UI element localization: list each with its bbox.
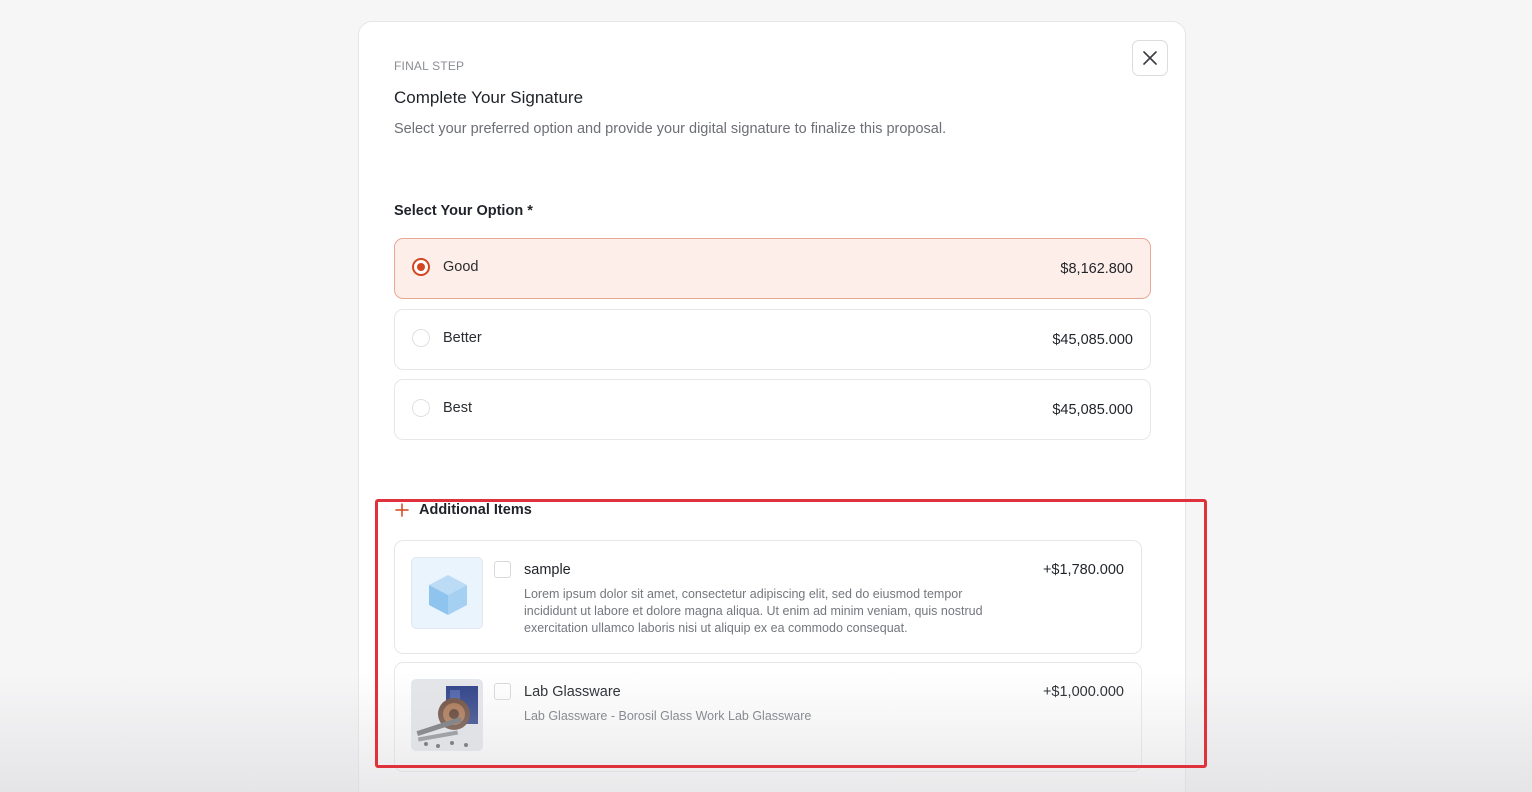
signature-modal: FINAL STEP Complete Your Signature Selec… bbox=[358, 21, 1186, 792]
select-option-label: Select Your Option * bbox=[394, 203, 533, 219]
item-checkbox[interactable] bbox=[494, 561, 511, 578]
item-description: Lab Glassware - Borosil Glass Work Lab G… bbox=[524, 709, 812, 723]
item-thumbnail bbox=[411, 679, 483, 751]
radio-unselected[interactable] bbox=[412, 328, 430, 347]
modal-subtitle: Select your preferred option and provide… bbox=[394, 121, 947, 137]
page: FINAL STEP Complete Your Signature Selec… bbox=[0, 0, 1532, 792]
item-checkbox[interactable] bbox=[494, 683, 511, 700]
additional-items-title: Additional Items bbox=[419, 502, 532, 518]
option-best[interactable]: Best $45,085.000 bbox=[394, 379, 1151, 440]
item-name: sample bbox=[524, 562, 571, 578]
product-photo bbox=[412, 680, 482, 750]
radio-unselected[interactable] bbox=[412, 398, 430, 417]
option-better[interactable]: Better $45,085.000 bbox=[394, 309, 1151, 370]
option-label: Good bbox=[443, 258, 479, 275]
option-label: Best bbox=[443, 399, 473, 416]
option-price: $8,162.800 bbox=[1060, 260, 1133, 277]
additional-items-header: Additional Items bbox=[395, 502, 532, 518]
option-price: $45,085.000 bbox=[1052, 331, 1133, 348]
radio-selected[interactable] bbox=[412, 257, 430, 276]
item-name: Lab Glassware bbox=[524, 684, 621, 700]
cube-icon bbox=[429, 575, 467, 615]
close-icon bbox=[1143, 51, 1157, 65]
item-price: +$1,780.000 bbox=[1042, 562, 1124, 578]
additional-item-sample[interactable]: sample Lorem ipsum dolor sit amet, conse… bbox=[394, 540, 1142, 654]
plus-icon bbox=[395, 503, 409, 517]
option-label: Better bbox=[443, 329, 482, 346]
step-eyebrow: FINAL STEP bbox=[394, 59, 465, 73]
option-good[interactable]: Good $8,162.800 bbox=[394, 238, 1151, 299]
modal-title: Complete Your Signature bbox=[394, 88, 584, 107]
additional-item-lab-glassware[interactable]: Lab Glassware Lab Glassware - Borosil Gl… bbox=[394, 662, 1142, 772]
option-price: $45,085.000 bbox=[1052, 401, 1133, 418]
item-price: +$1,000.000 bbox=[1042, 684, 1124, 700]
item-thumbnail bbox=[411, 557, 483, 629]
item-description: Lorem ipsum dolor sit amet, consectetur … bbox=[524, 587, 983, 635]
close-button[interactable] bbox=[1132, 40, 1168, 76]
